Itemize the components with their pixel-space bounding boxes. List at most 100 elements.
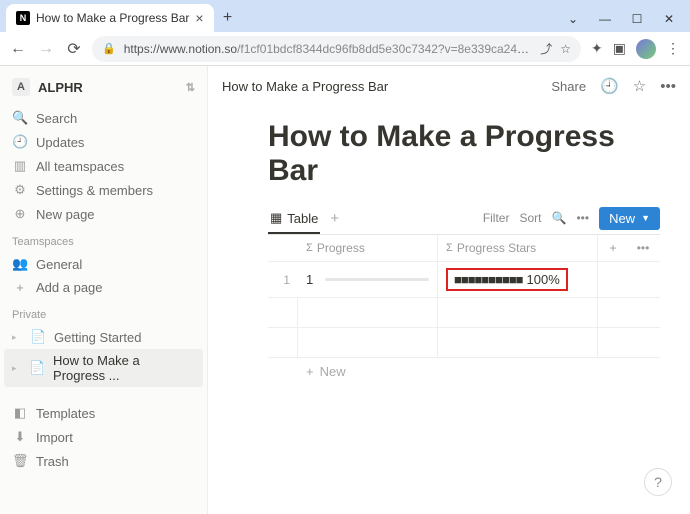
page-topbar: How to Make a Progress Bar Share 🕘 ☆ •••: [208, 66, 690, 106]
column-more-icon[interactable]: •••: [628, 235, 658, 261]
database-table: Σ Progress Σ Progress Stars + ••• 1 1 ■■■■…: [268, 235, 660, 385]
back-button[interactable]: ←: [8, 40, 28, 58]
filter-button[interactable]: Filter: [483, 211, 510, 225]
tab-close-icon[interactable]: ×: [195, 10, 203, 26]
sidebar-item-settings[interactable]: ⚙ Settings & members: [4, 178, 203, 202]
sidebar-label: General: [36, 257, 82, 272]
star-icon[interactable]: ☆: [633, 77, 646, 95]
column-progress-stars[interactable]: Σ Progress Stars: [438, 235, 598, 261]
cell-progress-stars[interactable]: ■■■■■■■■■■ 100%: [438, 262, 598, 297]
clock-icon[interactable]: 🕘: [600, 77, 619, 95]
page-title[interactable]: How to Make a Progress Bar: [268, 120, 660, 188]
sort-button[interactable]: Sort: [519, 211, 541, 225]
lock-icon: 🔒: [102, 42, 116, 55]
url-path: /f1cf01bdcf8344dc96fb8dd5e30c7342?v=8e33…: [237, 42, 532, 56]
sidebar-item-trash[interactable]: 🗑Trash: [4, 449, 203, 473]
table-row[interactable]: 1 1 ■■■■■■■■■■ 100%: [268, 262, 660, 298]
star-icon[interactable]: ☆: [560, 42, 571, 56]
new-tab-button[interactable]: +: [214, 4, 242, 32]
extensions-icon[interactable]: ✦: [591, 40, 603, 57]
sidebar-label: How to Make a Progress ...: [53, 353, 195, 383]
new-row-label: New: [320, 364, 346, 379]
sidebar-label: New page: [36, 207, 95, 222]
column-progress[interactable]: Σ Progress: [298, 235, 438, 261]
sidebar-item-templates[interactable]: ◧Templates: [4, 401, 203, 425]
chevron-down-icon: ▼: [641, 213, 650, 223]
chevron-updown-icon: ⇅: [186, 81, 195, 94]
new-row-button[interactable]: +New: [268, 358, 660, 385]
panel-icon[interactable]: ▣: [613, 40, 626, 57]
profile-avatar[interactable]: [636, 39, 656, 59]
browser-toolbar: ← → ⟳ 🔒 https://www.notion.so/f1cf01bdcf…: [0, 32, 690, 66]
close-window-icon[interactable]: ✕: [662, 12, 676, 26]
sigma-icon: Σ: [446, 242, 453, 254]
search-icon[interactable]: 🔍: [552, 211, 567, 225]
cell-progress[interactable]: 1: [298, 262, 438, 297]
sidebar-item-teamspaces[interactable]: ▥ All teamspaces: [4, 154, 203, 178]
new-button-label: New: [609, 211, 635, 226]
highlight-box: ■■■■■■■■■■ 100%: [446, 268, 568, 291]
url-host: https://www.notion.so: [124, 42, 237, 56]
grid-icon: ▥: [12, 158, 28, 174]
view-tab-table[interactable]: ▦ Table: [268, 206, 320, 234]
gear-icon: ⚙: [12, 182, 28, 198]
column-label: Progress: [317, 241, 365, 255]
column-label: Progress Stars: [457, 241, 536, 255]
maximize-icon[interactable]: ☐: [630, 12, 644, 26]
reload-button[interactable]: ⟳: [64, 39, 84, 59]
sidebar-label: All teamspaces: [36, 159, 124, 174]
clock-icon: 🕘: [12, 134, 28, 150]
share-button[interactable]: Share: [551, 79, 586, 94]
people-icon: 👥: [12, 256, 28, 272]
tab-favicon: N: [16, 11, 30, 25]
progress-percent: 100%: [527, 272, 560, 287]
workspace-badge: A: [12, 78, 30, 96]
sidebar-label: Updates: [36, 135, 84, 150]
add-view-button[interactable]: +: [330, 210, 339, 231]
sidebar-label: Trash: [36, 454, 69, 469]
sidebar-label: Import: [36, 430, 73, 445]
menu-icon[interactable]: ⋮: [666, 40, 680, 57]
row-number: 1: [268, 262, 298, 297]
new-button[interactable]: New ▼: [599, 207, 660, 230]
templates-icon: ◧: [12, 405, 28, 421]
sidebar-item-search[interactable]: 🔍 Search: [4, 106, 203, 130]
breadcrumb[interactable]: How to Make a Progress Bar: [222, 79, 551, 94]
sidebar: A ALPHR ⇅ 🔍 Search 🕘 Updates ▥ All teamspac…: [0, 66, 208, 514]
browser-titlebar: N How to Make a Progress Bar × + ⌄ — ☐ ✕: [0, 0, 690, 32]
table-icon: ▦: [270, 210, 282, 226]
browser-tab[interactable]: N How to Make a Progress Bar ×: [6, 4, 214, 32]
sidebar-label: Settings & members: [36, 183, 153, 198]
sidebar-item-general[interactable]: 👥 General: [4, 252, 203, 276]
progress-blocks: ■■■■■■■■■■: [454, 272, 523, 287]
sidebar-item-addpage[interactable]: +Add a page: [4, 276, 203, 299]
view-tab-label: Table: [287, 211, 318, 226]
sidebar-item-getting-started[interactable]: ▸📄Getting Started: [4, 325, 203, 349]
section-private: Private: [4, 299, 203, 325]
forward-button: →: [36, 40, 56, 58]
add-column-button[interactable]: +: [598, 235, 628, 261]
page-icon: 📄: [30, 329, 46, 345]
sidebar-item-import[interactable]: ⬇Import: [4, 425, 203, 449]
progress-value: 1: [306, 272, 313, 287]
minimize-icon[interactable]: —: [598, 12, 612, 26]
more-icon[interactable]: •••: [576, 211, 589, 225]
sidebar-item-updates[interactable]: 🕘 Updates: [4, 130, 203, 154]
sidebar-item-progress-bar[interactable]: ▸📄How to Make a Progress ...: [4, 349, 203, 387]
sidebar-item-newpage[interactable]: ⊕New page: [4, 202, 203, 226]
more-icon[interactable]: •••: [660, 78, 676, 95]
share-url-icon[interactable]: ⤴: [540, 40, 552, 57]
database-viewbar: ▦ Table + Filter Sort 🔍 ••• New ▼: [268, 206, 660, 235]
help-button[interactable]: ?: [644, 468, 672, 496]
workspace-name: ALPHR: [38, 80, 83, 95]
search-icon: 🔍: [12, 110, 28, 126]
section-teamspaces: Teamspaces: [4, 226, 203, 252]
chevron-right-icon: ▸: [12, 332, 22, 343]
window-controls: ⌄ — ☐ ✕: [566, 12, 690, 32]
sigma-icon: Σ: [306, 242, 313, 254]
sidebar-label: Search: [36, 111, 77, 126]
workspace-switcher[interactable]: A ALPHR ⇅: [4, 74, 203, 106]
address-bar[interactable]: 🔒 https://www.notion.so/f1cf01bdcf8344dc…: [92, 36, 581, 62]
chevron-down-icon[interactable]: ⌄: [566, 12, 580, 26]
tab-title: How to Make a Progress Bar: [36, 11, 189, 25]
